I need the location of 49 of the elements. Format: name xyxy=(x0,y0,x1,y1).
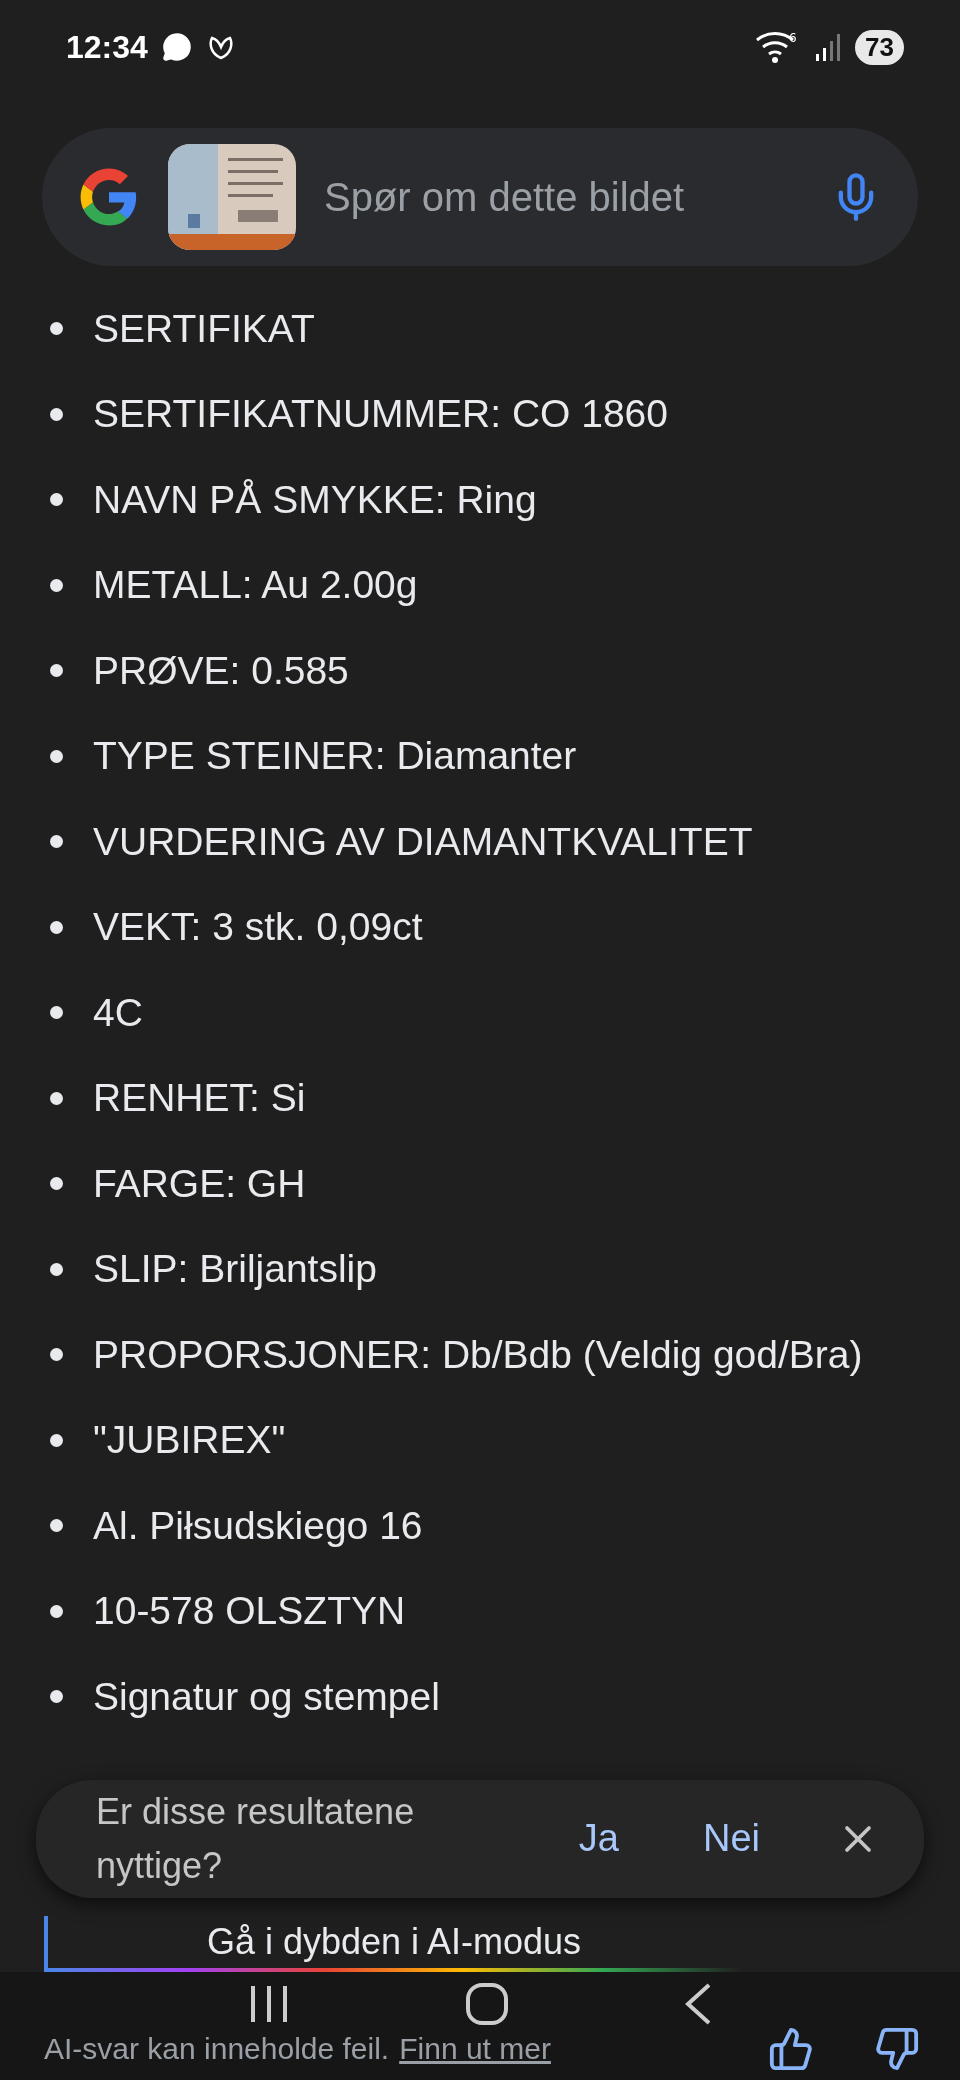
list-item-text: FARGE: GH xyxy=(93,1161,306,1206)
list-item-text: VEKT: 3 stk. 0,09ct xyxy=(93,905,423,950)
list-item-text: VURDERING AV DIAMANTKVALITET xyxy=(93,819,753,864)
home-icon[interactable] xyxy=(465,1982,509,2026)
list-item-text: SERTIFIKAT xyxy=(93,306,315,351)
list-item-text: NAVN PÅ SMYKKE: Ring xyxy=(93,477,537,522)
list-item-text: Signatur og stempel xyxy=(93,1674,440,1719)
list-item-text: PRØVE: 0.585 xyxy=(93,648,349,693)
list-item-text: TYPE STEINER: Diamanter xyxy=(93,734,577,779)
back-icon[interactable] xyxy=(683,1982,713,2026)
thumbs-down-icon[interactable] xyxy=(874,2026,920,2072)
list-item-text: SLIP: Briljantslip xyxy=(93,1247,377,1292)
list-item-text: 4C xyxy=(93,990,143,1035)
disclaimer-text: AI-svar kan inneholde feil. xyxy=(44,2032,390,2066)
search-placeholder: Spør om dette bildet xyxy=(324,174,686,220)
bullet-icon xyxy=(50,407,63,421)
battery-indicator: 73 xyxy=(855,29,904,65)
learn-more-link[interactable]: Finn ut mer xyxy=(399,2032,551,2066)
bullet-icon xyxy=(50,835,63,849)
bullet-icon xyxy=(50,664,63,678)
thumbs-up-icon[interactable] xyxy=(768,2026,814,2072)
chat-bubble-icon xyxy=(161,32,192,62)
bullet-icon xyxy=(50,1433,63,1447)
bullet-icon xyxy=(50,493,63,507)
bullet-icon xyxy=(50,1177,63,1191)
list-item-text: Al. Piłsudskiego 16 xyxy=(93,1503,423,1548)
list-item-text: PROPORSJONER: Db/Bdb (Veldig god/Bra) xyxy=(93,1332,863,1377)
no-button[interactable]: Nei xyxy=(690,1809,772,1868)
bullet-icon xyxy=(50,1519,63,1533)
list-item-text: 10-578 OLSZTYN xyxy=(93,1589,406,1634)
bullet-icon xyxy=(50,578,63,592)
bullet-icon xyxy=(50,1091,63,1105)
clock: 12:34 xyxy=(66,28,148,66)
feedback-question: Er disse resultatene nyttige? xyxy=(96,1789,416,1888)
list-item-text: METALL: Au 2.00g xyxy=(93,563,418,608)
bullet-icon xyxy=(50,1690,63,1704)
bullet-icon xyxy=(50,1262,63,1276)
bullet-icon xyxy=(50,1604,63,1618)
list-item-text: SERTIFIKATNUMMER: CO 1860 xyxy=(93,392,668,437)
bullet-icon xyxy=(50,1348,63,1362)
search-field[interactable]: Spør om dette bildet xyxy=(42,128,918,266)
bullet-icon xyxy=(50,920,63,934)
yes-button[interactable]: Ja xyxy=(566,1809,631,1868)
bullet-icon xyxy=(50,749,63,763)
bullet-icon xyxy=(50,322,63,336)
signal-icon xyxy=(815,32,842,62)
bullet-icon xyxy=(50,1006,63,1020)
list-item-text: RENHET: Si xyxy=(93,1076,306,1121)
list-item-text: "JUBIREX" xyxy=(93,1418,286,1463)
